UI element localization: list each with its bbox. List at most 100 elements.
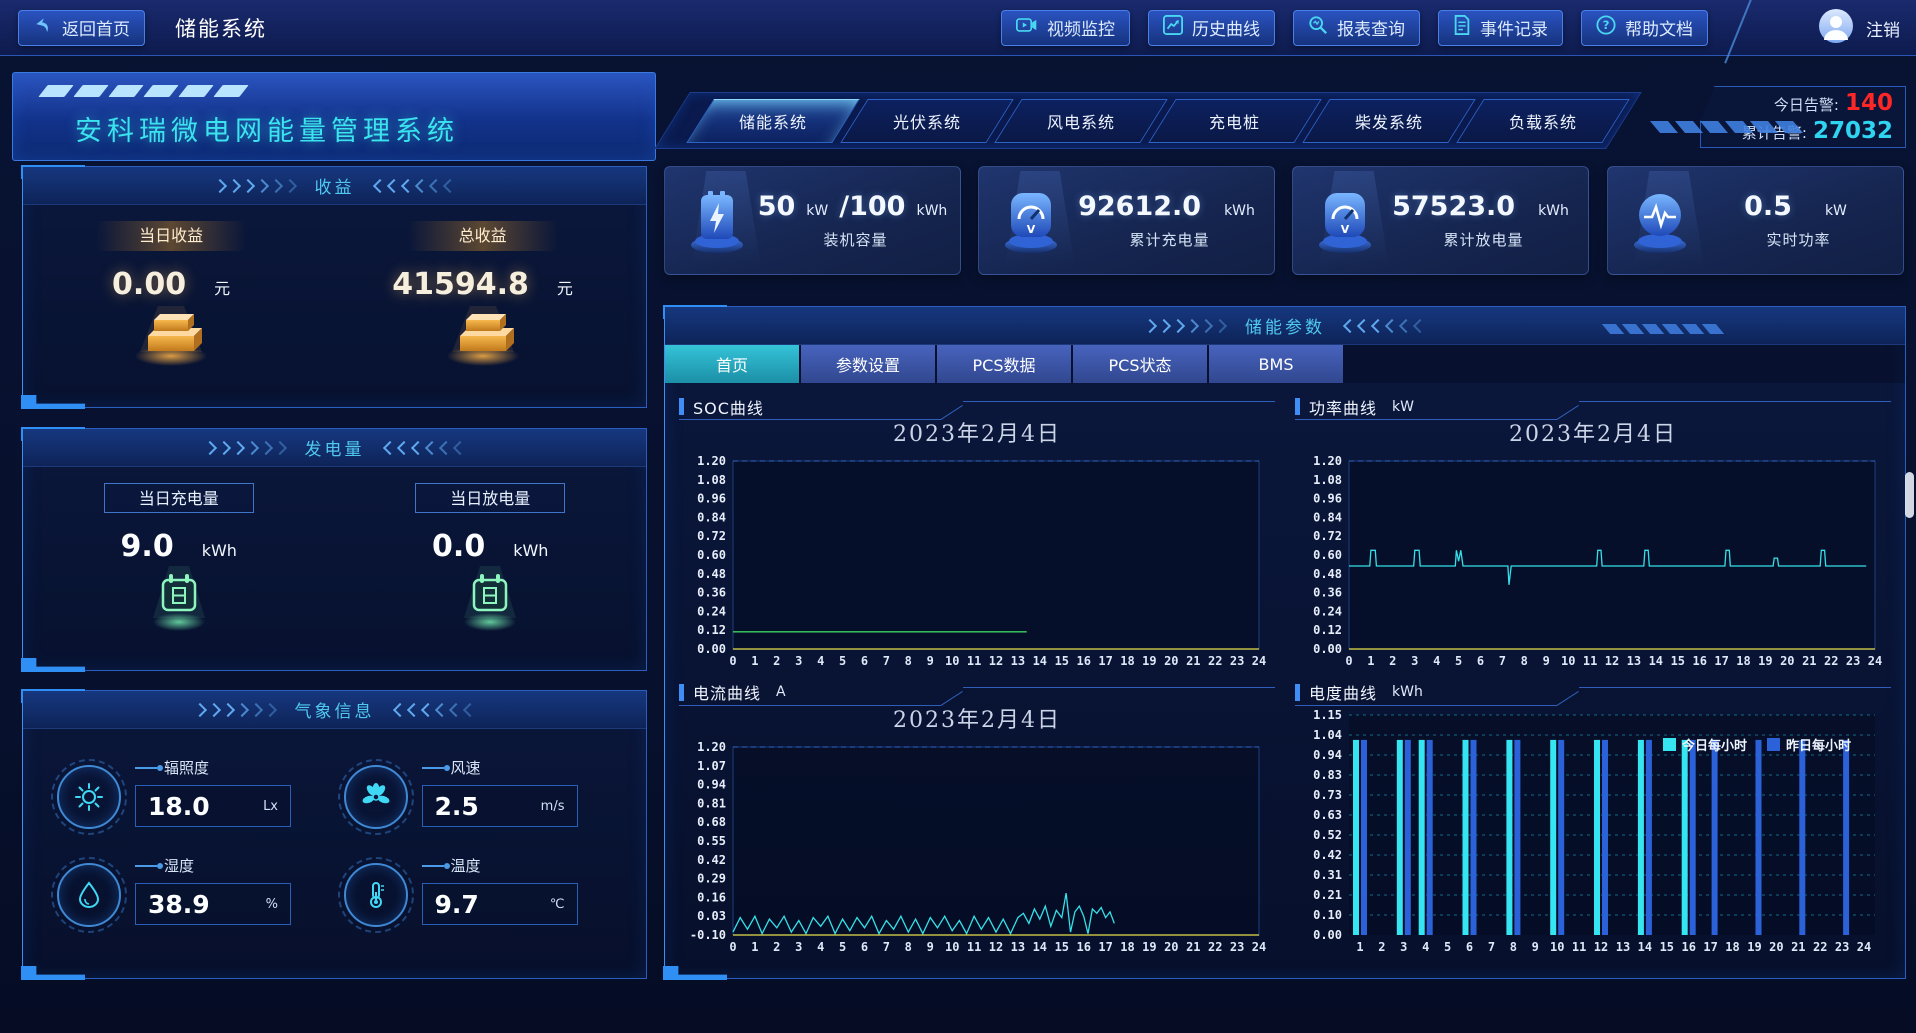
svg-text:8: 8: [1510, 940, 1517, 954]
svg-text:12: 12: [1605, 654, 1619, 668]
svg-text:0.68: 0.68: [697, 815, 726, 829]
humidity-item: 湿度 38.9%: [57, 855, 326, 927]
chevrons-left-icon: [375, 181, 455, 191]
temperature-value: 9.7: [435, 890, 550, 919]
temperature-value-box: 9.7℃: [422, 883, 578, 925]
event-log-button[interactable]: 事件记录: [1438, 10, 1563, 46]
user-area: 注销: [1818, 0, 1900, 56]
battery-icon: [687, 181, 747, 263]
svg-text:22: 22: [1208, 940, 1222, 954]
history-curve-button[interactable]: 历史曲线: [1148, 10, 1275, 46]
svg-text:18: 18: [1120, 940, 1134, 954]
svg-text:1.20: 1.20: [697, 454, 726, 468]
svg-text:0.73: 0.73: [1313, 788, 1342, 802]
video-monitor-button[interactable]: 视频监控: [1001, 10, 1130, 46]
svg-text:17: 17: [1098, 940, 1112, 954]
soc-chart-plot: 1.201.080.960.840.720.600.480.360.240.12…: [679, 452, 1275, 669]
svg-text:24: 24: [1252, 940, 1266, 954]
svg-text:0.12: 0.12: [1313, 623, 1342, 637]
tab-energy-storage[interactable]: 储能系统: [686, 99, 859, 143]
topbar-divider: [1724, 0, 1754, 64]
svg-text:15: 15: [1055, 940, 1069, 954]
daily-income-label: 当日收益: [96, 221, 246, 251]
wind-speed-value-box: 2.5m/s: [422, 785, 578, 827]
total-income-label: 总收益: [408, 221, 558, 251]
tab-photovoltaic[interactable]: 光伏系统: [840, 99, 1013, 143]
svg-text:2: 2: [1378, 940, 1385, 954]
svg-text:21: 21: [1791, 940, 1805, 954]
tab-charging-pile[interactable]: 充电桩: [1148, 99, 1321, 143]
gold-box-icon: [126, 302, 216, 372]
connector-line: [135, 767, 157, 769]
temperature-icon: [344, 863, 408, 927]
discharged-label: 累计放电量: [1443, 229, 1523, 250]
svg-text:13: 13: [1011, 940, 1025, 954]
today-legend-swatch: [1663, 738, 1676, 751]
svg-text:0.42: 0.42: [697, 852, 726, 866]
svg-text:4: 4: [817, 940, 824, 954]
total-income-block: 总收益 41594.8元: [392, 221, 573, 372]
svg-text:23: 23: [1835, 940, 1849, 954]
svg-text:0.36: 0.36: [1313, 586, 1342, 600]
income-panel-title: 收益: [315, 173, 355, 198]
daily-discharge-value: 0.0: [432, 529, 485, 564]
daily-discharge-label: 当日放电量: [415, 483, 565, 513]
tab-pcs-status[interactable]: PCS状态: [1073, 345, 1207, 383]
svg-text:16: 16: [1692, 654, 1706, 668]
video-icon: [1016, 16, 1038, 39]
svg-text:4: 4: [817, 654, 824, 668]
svg-text:23: 23: [1230, 654, 1244, 668]
title-bar-icon: [1295, 684, 1300, 701]
green-calendar-icon: [458, 564, 522, 638]
help-doc-button[interactable]: ? 帮助文档: [1581, 10, 1708, 46]
tab-pcs-data[interactable]: PCS数据: [937, 345, 1071, 383]
svg-text:14: 14: [1638, 940, 1652, 954]
svg-text:9: 9: [1532, 940, 1539, 954]
svg-text:17: 17: [1714, 654, 1728, 668]
tab-home[interactable]: 首页: [665, 345, 799, 383]
report-query-button[interactable]: 报表查询: [1293, 10, 1420, 46]
svg-text:0.48: 0.48: [697, 567, 726, 581]
svg-text:1: 1: [1356, 940, 1363, 954]
svg-text:0.00: 0.00: [697, 642, 726, 656]
tabs-hatch-decoration: [1648, 118, 1798, 137]
svg-text:10: 10: [945, 654, 959, 668]
svg-text:23: 23: [1846, 654, 1860, 668]
brand-hatch-decoration: [43, 82, 253, 101]
back-home-button[interactable]: 返回首页: [18, 10, 145, 46]
title-bar-icon: [1295, 398, 1300, 415]
svg-text:8: 8: [905, 654, 912, 668]
svg-text:15: 15: [1055, 654, 1069, 668]
svg-text:7: 7: [1499, 654, 1506, 668]
svg-text:0.60: 0.60: [1313, 548, 1342, 562]
svg-text:10: 10: [1550, 940, 1564, 954]
soc-chart-title: SOC曲线: [693, 395, 764, 419]
svg-text:17: 17: [1098, 654, 1112, 668]
svg-text:18: 18: [1736, 654, 1750, 668]
svg-text:19: 19: [1758, 654, 1772, 668]
event-log-icon: [1453, 15, 1471, 40]
avatar[interactable]: [1818, 8, 1854, 48]
tab-param-settings[interactable]: 参数设置: [801, 345, 935, 383]
top-bar: 返回首页 储能系统 视频监控 历史曲线 报表查询 事件记录 ? 帮助文档: [0, 0, 1916, 56]
svg-text:22: 22: [1824, 654, 1838, 668]
tab-bms[interactable]: BMS: [1209, 345, 1343, 383]
pulse-icon: [1630, 181, 1690, 263]
logout-button[interactable]: 注销: [1866, 16, 1900, 41]
tab-wind-power[interactable]: 风电系统: [994, 99, 1167, 143]
scrollbar-thumb[interactable]: [1905, 472, 1914, 518]
svg-text:0.72: 0.72: [697, 529, 726, 543]
title-bar-icon: [679, 398, 684, 415]
svg-text:3: 3: [795, 654, 802, 668]
svg-text:0.03: 0.03: [697, 909, 726, 923]
svg-text:0: 0: [729, 654, 736, 668]
svg-text:11: 11: [967, 940, 981, 954]
svg-text:0.96: 0.96: [697, 492, 726, 506]
daily-charge-label: 当日充电量: [104, 483, 254, 513]
sun-icon: [57, 765, 121, 829]
tab-diesel[interactable]: 柴发系统: [1302, 99, 1475, 143]
svg-text:11: 11: [1572, 940, 1586, 954]
svg-text:5: 5: [839, 654, 846, 668]
realtime-power-value: 0.5kW: [1744, 191, 1853, 222]
tab-load[interactable]: 负载系统: [1456, 99, 1629, 143]
